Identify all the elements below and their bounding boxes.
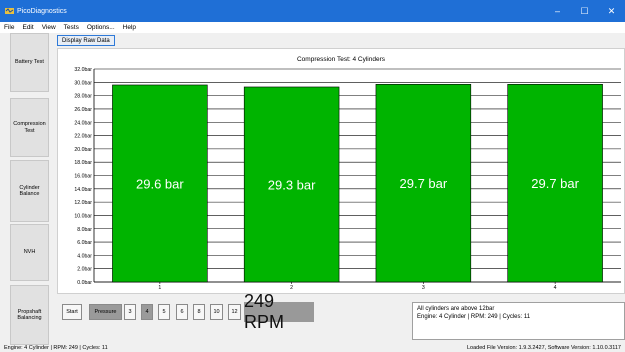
bar-value-label: 29.6 bar xyxy=(136,176,184,191)
y-tick-label: 20.0bar xyxy=(74,147,92,153)
sidebar-item-cylinder-balance[interactable]: Cylinder Balance xyxy=(10,160,49,222)
cylinders-10-button[interactable]: 10 xyxy=(210,304,223,320)
cylinders-3-button[interactable]: 3 xyxy=(124,304,136,320)
close-button[interactable]: ✕ xyxy=(598,0,625,22)
menu-file[interactable]: File xyxy=(4,24,14,31)
bar-value-label: 29.7 bar xyxy=(531,176,579,191)
y-tick-label: 2.0bar xyxy=(77,267,92,273)
status-engine-info: Engine: 4 Cylinder | RPM: 249 | Cycles: … xyxy=(4,345,108,351)
pressure-button[interactable]: Pressure xyxy=(89,304,122,320)
y-tick-label: 6.0bar xyxy=(77,240,92,246)
menu-options[interactable]: Options... xyxy=(87,24,115,31)
title-bar: PicoDiagnostics – ☐ ✕ xyxy=(0,0,625,22)
sidebar-item-compression-test[interactable]: Compression Test xyxy=(10,98,49,157)
app-icon xyxy=(5,7,14,15)
y-tick-label: 28.0bar xyxy=(74,94,92,100)
maximize-button[interactable]: ☐ xyxy=(571,0,598,22)
compression-chart: Compression Test: 4 Cylinders 0.0bar 2.0b… xyxy=(57,48,625,294)
message-line-1: All cylinders are above 12bar xyxy=(417,306,495,312)
y-tick-label: 4.0bar xyxy=(77,253,92,259)
sidebar: Battery Test Compression Test Cylinder B… xyxy=(0,33,55,345)
sidebar-item-nvh[interactable]: NVH xyxy=(10,224,49,281)
y-tick-label: 14.0bar xyxy=(74,187,92,193)
y-tick-label: 12.0bar xyxy=(74,200,92,206)
y-tick-label: 32.0bar xyxy=(74,67,92,73)
x-tick-label: 1 xyxy=(158,285,161,291)
y-tick-label: 24.0bar xyxy=(74,120,92,126)
cylinders-8-button[interactable]: 8 xyxy=(193,304,205,320)
y-tick-label: 8.0bar xyxy=(77,227,92,233)
display-raw-data-button[interactable]: Display Raw Data xyxy=(57,35,115,46)
sidebar-item-battery-test[interactable]: Battery Test xyxy=(10,33,49,92)
message-line-2: Engine: 4 Cylinder | RPM: 249 | Cycles: … xyxy=(417,313,531,320)
cylinders-5-button[interactable]: 5 xyxy=(158,304,170,320)
y-tick-label: 30.0bar xyxy=(74,80,92,86)
status-version-info: Loaded File Version: 1.9.3.2427, Softwar… xyxy=(466,345,621,351)
menu-tests[interactable]: Tests xyxy=(64,24,79,31)
status-bar: Engine: 4 Cylinder | RPM: 249 | Cycles: … xyxy=(0,344,625,352)
y-tick-label: 0.0bar xyxy=(77,280,92,286)
menu-bar: File Edit View Tests Options... Help xyxy=(0,22,625,33)
message-box: All cylinders are above 12bar Engine: 4 … xyxy=(412,302,625,340)
sidebar-item-propshaft-balancing[interactable]: Propshaft Balancing xyxy=(10,285,49,345)
menu-help[interactable]: Help xyxy=(123,24,136,31)
y-tick-label: 18.0bar xyxy=(74,160,92,166)
y-tick-label: 26.0bar xyxy=(74,107,92,113)
y-tick-label: 22.0bar xyxy=(74,134,92,140)
bar-value-label: 29.7 bar xyxy=(400,176,448,191)
y-tick-label: 16.0bar xyxy=(74,174,92,180)
bar-value-label: 29.3 bar xyxy=(268,177,316,192)
chart-canvas: 0.0bar 2.0bar 4.0bar 6.0bar 8.0bar 10.0bar 12.… xyxy=(74,67,621,291)
start-button[interactable]: Start xyxy=(62,304,82,320)
cylinders-6-button[interactable]: 6 xyxy=(176,304,188,320)
window-title: PicoDiagnostics xyxy=(17,7,67,15)
cylinders-12-button[interactable]: 12 xyxy=(228,304,241,320)
rpm-display: 249 RPM xyxy=(244,291,314,332)
cylinders-4-button[interactable]: 4 xyxy=(141,304,153,320)
x-tick-label: 4 xyxy=(554,285,557,291)
x-tick-label: 3 xyxy=(422,285,425,291)
y-tick-label: 10.0bar xyxy=(74,213,92,219)
menu-view[interactable]: View xyxy=(42,24,56,31)
menu-edit[interactable]: Edit xyxy=(22,24,33,31)
minimize-button[interactable]: – xyxy=(544,0,571,22)
